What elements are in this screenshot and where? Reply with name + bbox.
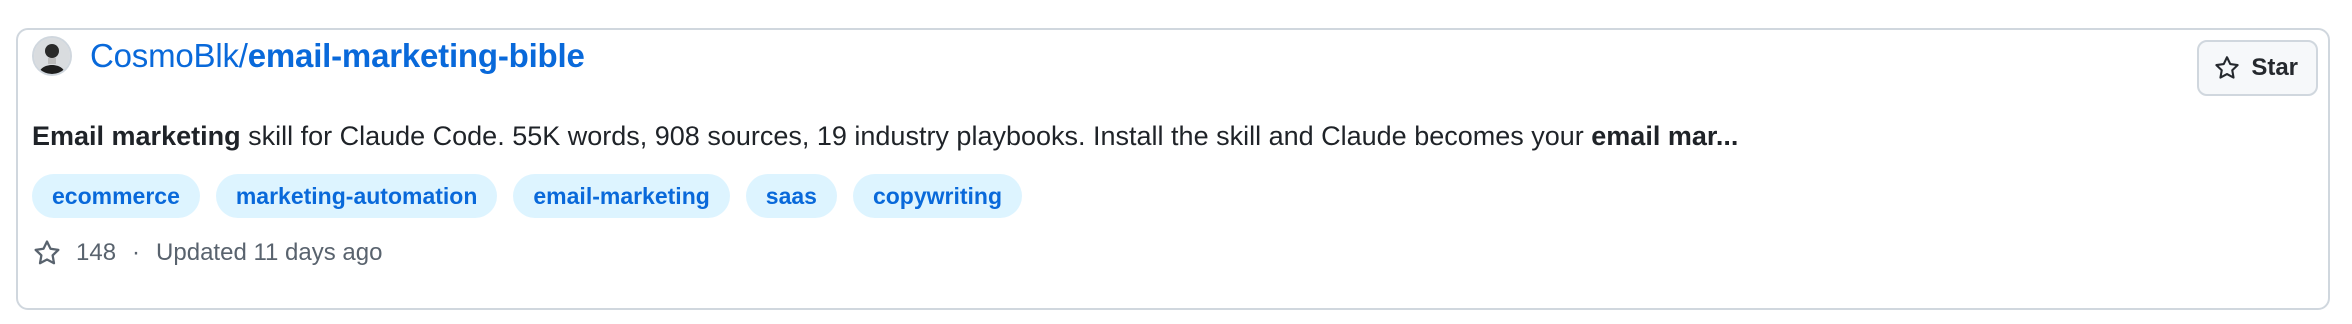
description-bold-end: email mar... — [1591, 121, 1739, 151]
topic-list: ecommerce marketing-automation email-mar… — [32, 174, 1023, 218]
repo-header: CosmoBlk/email-marketing-bible — [32, 34, 585, 78]
avatar[interactable] — [32, 36, 72, 76]
description-text: skill for Claude Code. 55K words, 908 so… — [240, 121, 1592, 151]
star-button-label: Star — [2251, 54, 2298, 81]
topic-tag[interactable]: marketing-automation — [215, 174, 498, 218]
repo-owner[interactable]: CosmoBlk/ — [90, 37, 248, 74]
topic-tag[interactable]: copywriting — [852, 174, 1023, 218]
meta-separator: · — [132, 239, 141, 266]
repo-name[interactable]: email-marketing-bible — [248, 37, 585, 74]
star-count[interactable]: 148 — [76, 239, 116, 267]
updated-time: Updated 11 days ago — [156, 239, 383, 266]
star-count-icon[interactable] — [32, 238, 62, 268]
description-bold-start: Email marketing — [32, 121, 241, 151]
star-icon — [2213, 54, 2241, 82]
star-button[interactable]: Star — [2197, 40, 2318, 96]
topic-tag[interactable]: ecommerce — [32, 174, 200, 218]
avatar-image — [34, 38, 70, 74]
repo-link[interactable]: CosmoBlk/email-marketing-bible — [90, 37, 585, 75]
topic-tag[interactable]: saas — [745, 174, 837, 218]
repo-meta: 148 · Updated 11 days ago — [32, 238, 382, 268]
repo-description: Email marketing skill for Claude Code. 5… — [32, 118, 1738, 154]
topic-tag[interactable]: email-marketing — [513, 174, 730, 218]
